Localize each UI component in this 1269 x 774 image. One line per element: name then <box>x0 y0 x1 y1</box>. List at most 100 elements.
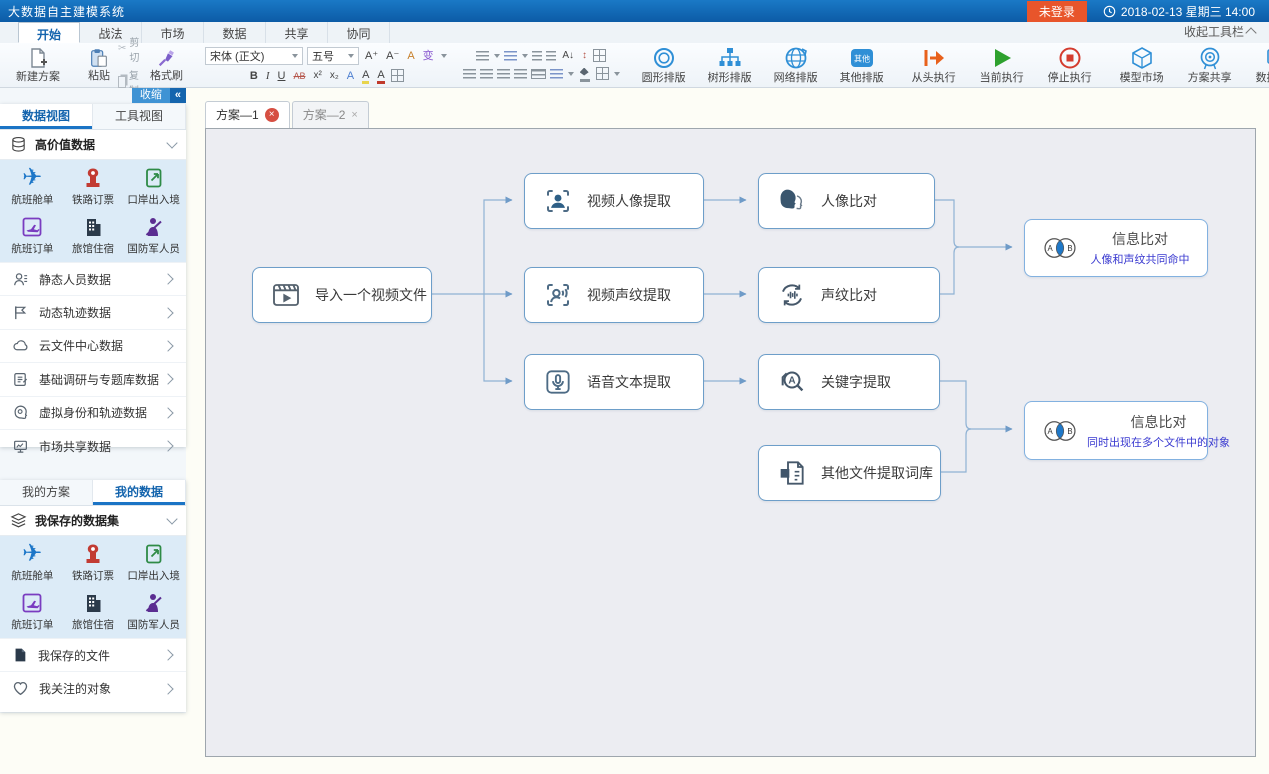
align-right-icon[interactable] <box>497 69 510 79</box>
dataset-flight-order[interactable]: 航班订单 <box>2 215 63 256</box>
sidebar-item-my-followed-objects[interactable]: 我关注的对象 <box>0 671 186 704</box>
borders-icon[interactable] <box>596 67 609 80</box>
font-name-select[interactable]: 宋体 (正文) <box>205 47 303 65</box>
tab-my-plans[interactable]: 我的方案 <box>0 480 93 505</box>
data-share-button[interactable]: 数据共享 <box>1250 44 1269 86</box>
text-direction-button[interactable]: A↓ <box>560 49 576 63</box>
node-keyword-extract[interactable]: A 关键字提取 <box>758 354 940 410</box>
dataset-rail-ticket[interactable]: 铁路订票 <box>63 542 124 583</box>
node-import-video-file[interactable]: 导入一个视频文件 <box>252 267 432 323</box>
decrease-indent-icon[interactable] <box>532 51 542 61</box>
other-layout-button[interactable]: 其他 其他排版 <box>834 44 890 86</box>
menu-tab-start[interactable]: 开始 <box>18 22 80 43</box>
dataset-military-personnel[interactable]: 国防军人员 <box>123 215 184 256</box>
font-color-button[interactable]: A <box>375 68 386 84</box>
shrink-font-button[interactable]: A⁻ <box>384 49 401 63</box>
numbered-list-icon[interactable] <box>504 51 517 61</box>
line-spacing-icon[interactable] <box>550 69 563 79</box>
dataset-military-personnel[interactable]: 国防军人员 <box>123 591 184 632</box>
dataset-border-entry[interactable]: 口岸出入境 <box>123 542 184 583</box>
menu-tab-share[interactable]: 共享 <box>266 22 328 43</box>
sidebar-collapse-button[interactable]: 收缩 « <box>132 88 186 103</box>
sidebar-item-market-shared-data[interactable]: 市场共享数据 <box>0 429 186 462</box>
align-center-icon[interactable] <box>480 69 493 79</box>
node-info-compare-1[interactable]: AB 信息比对 人像和声纹共同命中 <box>1024 219 1208 277</box>
network-layout-icon <box>783 45 809 71</box>
border-entry-icon <box>142 166 166 190</box>
bullet-list-icon[interactable] <box>476 51 489 61</box>
node-voiceprint-compare[interactable]: 声纹比对 <box>758 267 940 323</box>
clear-format-button[interactable]: A <box>405 49 416 63</box>
dataset-flight-manifest[interactable]: ✈航班舱单 <box>2 166 63 207</box>
menu-tab-market[interactable]: 市场 <box>142 22 204 43</box>
dataset-rail-ticket[interactable]: 铁路订票 <box>63 166 124 207</box>
dataset-flight-order[interactable]: 航班订单 <box>2 591 63 632</box>
highlight-button[interactable]: A <box>360 68 371 84</box>
menu-tab-data[interactable]: 数据 <box>204 22 266 43</box>
node-video-face-extract[interactable]: 视频人像提取 <box>524 173 704 229</box>
plan-share-button[interactable]: 方案共享 <box>1182 44 1238 86</box>
char-shading-icon[interactable] <box>391 69 404 82</box>
login-status-badge[interactable]: 未登录 <box>1027 1 1087 22</box>
run-from-start-button[interactable]: 从头执行 <box>906 44 962 86</box>
new-plan-button[interactable]: 新建方案 <box>10 45 66 85</box>
case-change-button[interactable]: 变 <box>421 49 436 63</box>
model-market-button[interactable]: 模型市场 <box>1114 44 1170 86</box>
sidebar-item-trajectory-data[interactable]: 动态轨迹数据 <box>0 295 186 328</box>
dataset-hotel-stay[interactable]: 旅馆住宿 <box>63 215 124 256</box>
text-effect-button[interactable]: A <box>345 69 356 83</box>
sort-button[interactable]: ↕ <box>580 49 589 63</box>
align-left-icon[interactable] <box>463 69 476 79</box>
paste-button[interactable]: 粘贴 <box>82 46 116 84</box>
grow-font-button[interactable]: A⁺ <box>363 49 380 63</box>
cut-button[interactable]: ✂剪切 <box>118 34 142 64</box>
strikethrough-button[interactable]: AB <box>291 69 307 83</box>
sidebar-item-static-person-data[interactable]: 静态人员数据 <box>0 262 186 295</box>
sidebar-item-cloud-file-data[interactable]: 云文件中心数据 <box>0 329 186 362</box>
increase-indent-icon[interactable] <box>546 51 556 61</box>
circle-layout-button[interactable]: 圆形排版 <box>636 44 692 86</box>
shading-bucket-button[interactable] <box>578 66 592 82</box>
node-face-compare[interactable]: 人像比对 <box>758 173 935 229</box>
caret-down-icon <box>522 54 528 58</box>
section-high-value-data[interactable]: 高价值数据 <box>0 130 186 160</box>
superscript-button[interactable]: x² <box>311 69 323 83</box>
align-justify-icon[interactable] <box>514 69 527 79</box>
section-my-saved-datasets[interactable]: 我保存的数据集 <box>0 506 186 536</box>
tab-data-view[interactable]: 数据视图 <box>0 104 93 129</box>
node-other-files-lexicon[interactable]: 其他文件提取词库 <box>758 445 941 501</box>
stop-execution-button[interactable]: 停止执行 <box>1042 44 1098 86</box>
workspace-tab-plan2[interactable]: 方案—2 × <box>292 101 369 128</box>
node-info-compare-2[interactable]: AB 信息比对 同时出现在多个文件中的对象 <box>1024 401 1208 460</box>
network-layout-button[interactable]: 网络排版 <box>768 44 824 86</box>
dataset-flight-manifest[interactable]: ✈航班舱单 <box>2 542 63 583</box>
sidebar-item-virtual-identity-data[interactable]: 虚拟身份和轨迹数据 <box>0 396 186 429</box>
app-title: 大数据自主建模系统 <box>8 3 125 20</box>
run-current-button[interactable]: 当前执行 <box>974 44 1030 86</box>
flow-canvas[interactable]: 导入一个视频文件 视频人像提取 人像比对 视频声纹提取 声纹比对 <box>205 128 1256 757</box>
sidebar-item-research-library-data[interactable]: 基础调研与专题库数据 <box>0 362 186 395</box>
tab-tool-view[interactable]: 工具视图 <box>93 104 186 129</box>
format-painter-button[interactable]: 格式刷 <box>144 46 189 84</box>
bucket-icon <box>580 68 589 76</box>
new-plan-label: 新建方案 <box>16 71 60 84</box>
italic-button[interactable]: I <box>264 69 272 83</box>
node-speech-to-text-extract[interactable]: 语音文本提取 <box>524 354 704 410</box>
subscript-button[interactable]: x₂ <box>328 69 341 83</box>
dataset-border-entry[interactable]: 口岸出入境 <box>123 166 184 207</box>
collapse-toolbar-button[interactable]: 收起工具栏 <box>1184 23 1255 43</box>
workspace-tab-plan1[interactable]: 方案—1 × <box>205 101 290 128</box>
menu-tab-collab[interactable]: 协同 <box>328 22 390 43</box>
close-tab-icon[interactable]: × <box>265 108 279 122</box>
bold-button[interactable]: B <box>248 69 260 83</box>
sidebar-item-my-saved-files[interactable]: 我保存的文件 <box>0 638 186 671</box>
close-tab-icon[interactable]: × <box>351 109 357 121</box>
tree-layout-button[interactable]: 树形排版 <box>702 44 758 86</box>
font-size-select[interactable]: 五号 <box>307 47 359 65</box>
underline-button[interactable]: U <box>276 69 288 83</box>
distribute-icon[interactable] <box>531 69 546 79</box>
table-icon[interactable] <box>593 49 606 62</box>
node-video-voiceprint-extract[interactable]: 视频声纹提取 <box>524 267 704 323</box>
tab-my-data[interactable]: 我的数据 <box>93 480 186 505</box>
dataset-hotel-stay[interactable]: 旅馆住宿 <box>63 591 124 632</box>
